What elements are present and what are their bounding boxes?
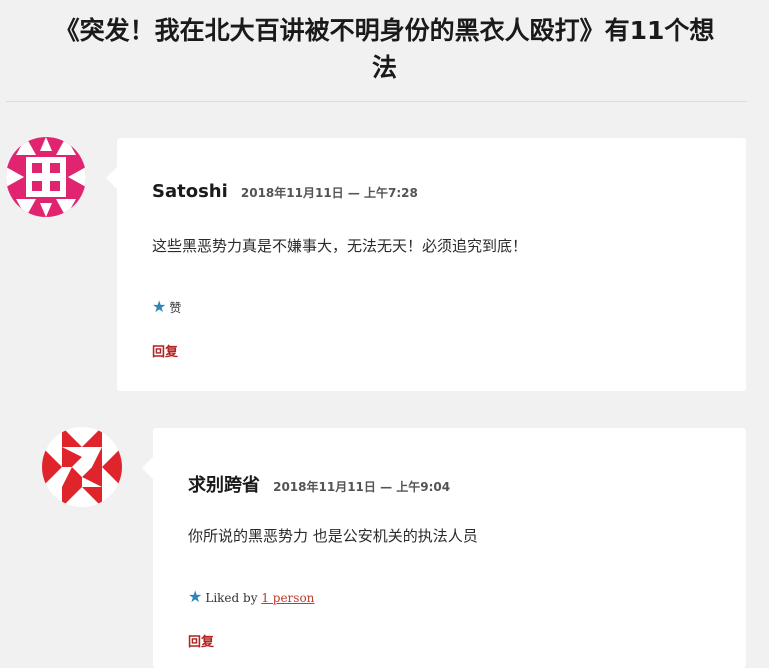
comment-card-1: Satoshi 2018年11月11日 — 上午7:28 这些黑恶势力真是不嫌事… (106, 138, 746, 391)
comment-author[interactable]: Satoshi (152, 181, 228, 202)
identicon-pink-icon (6, 137, 86, 217)
comment-text: 这些黑恶势力真是不嫌事大，无法无天！必须追究到底！ (152, 237, 528, 255)
liked-by-link[interactable]: 1 person (261, 591, 314, 605)
comment-card-2: 求别跨省 2018年11月11日 — 上午9:04 你所说的黑恶势力 也是公安机… (142, 428, 746, 668)
title-divider (6, 101, 747, 102)
avatar-qiubie-kuasheng[interactable] (42, 427, 122, 507)
comment-meta: 求别跨省 2018年11月11日 — 上午9:04 (188, 471, 450, 497)
liked-by-prefix: Liked by (205, 591, 258, 605)
page-title: 《突发！我在北大百讲被不明身份的黑衣人殴打》有11个想 法 (0, 12, 769, 86)
like-button[interactable]: ★ 赞 (152, 297, 181, 316)
comment-date[interactable]: 2018年11月11日 — 上午7:28 (241, 186, 418, 200)
page-title-line-2: 法 (371, 53, 397, 82)
page-title-line-1: 《突发！我在北大百讲被不明身份的黑衣人殴打》有11个想 (54, 16, 715, 45)
star-icon: ★ (188, 587, 203, 606)
liked-by: ★ Liked by 1 person (188, 587, 314, 606)
like-label: 赞 (169, 301, 182, 315)
comment-author[interactable]: 求别跨省 (188, 475, 260, 496)
identicon-red-icon (42, 427, 122, 507)
reply-link[interactable]: 回复 (188, 631, 214, 650)
avatar-satoshi[interactable] (6, 137, 86, 217)
comment-date[interactable]: 2018年11月11日 — 上午9:04 (273, 480, 450, 494)
reply-link[interactable]: 回复 (152, 341, 178, 360)
star-icon: ★ (152, 297, 167, 316)
comment-meta: Satoshi 2018年11月11日 — 上午7:28 (152, 181, 418, 202)
comment-text: 你所说的黑恶势力 也是公安机关的执法人员 (188, 527, 478, 545)
